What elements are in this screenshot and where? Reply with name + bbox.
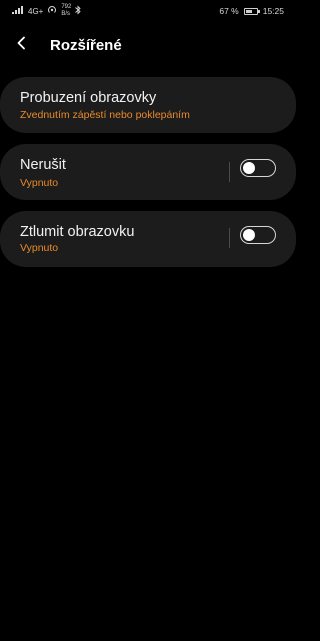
status-bar: 4G+ 792 B/s 67 % 15:25 bbox=[0, 0, 296, 22]
status-right: 67 % 15:25 bbox=[219, 6, 284, 16]
setting-subtitle: Vypnuto bbox=[20, 242, 59, 254]
setting-subtitle: Vypnuto bbox=[20, 177, 59, 189]
setting-wake-screen[interactable]: Probuzení obrazovky Zvednutím zápěstí ne… bbox=[0, 77, 296, 133]
network-speed-unit: B/s bbox=[61, 11, 71, 17]
dim-screen-toggle[interactable] bbox=[240, 226, 276, 244]
network-speed-value: 792 bbox=[61, 4, 72, 10]
back-arrow-icon bbox=[16, 36, 28, 55]
setting-title: Probuzení obrazovky bbox=[20, 90, 157, 106]
clock: 15:25 bbox=[262, 6, 284, 16]
battery-fill bbox=[245, 9, 253, 13]
toggle-divider bbox=[229, 162, 230, 182]
toggle-divider bbox=[229, 228, 230, 248]
hotspot-icon bbox=[47, 5, 57, 17]
toggle-knob bbox=[243, 228, 255, 241]
battery-percent: 67 % bbox=[219, 6, 239, 16]
app-header: Rozšířené bbox=[0, 28, 296, 62]
back-button[interactable] bbox=[0, 28, 44, 62]
bluetooth-icon bbox=[75, 5, 82, 17]
setting-subtitle: Zvednutím zápěstí nebo poklepáním bbox=[20, 109, 190, 121]
setting-dim-screen[interactable]: Ztlumit obrazovku Vypnuto bbox=[0, 211, 296, 267]
battery-icon bbox=[243, 7, 260, 15]
status-left: 4G+ 792 B/s bbox=[12, 4, 82, 18]
network-speed: 792 B/s bbox=[61, 4, 71, 18]
setting-title: Nerušit bbox=[20, 157, 66, 173]
signal-icon bbox=[12, 6, 24, 16]
network-type: 4G+ bbox=[28, 6, 44, 16]
setting-title: Ztlumit obrazovku bbox=[20, 224, 135, 240]
page-title: Rozšířené bbox=[50, 36, 122, 54]
do-not-disturb-toggle[interactable] bbox=[240, 159, 276, 177]
toggle-knob bbox=[243, 161, 255, 174]
setting-do-not-disturb[interactable]: Nerušit Vypnuto bbox=[0, 144, 296, 200]
